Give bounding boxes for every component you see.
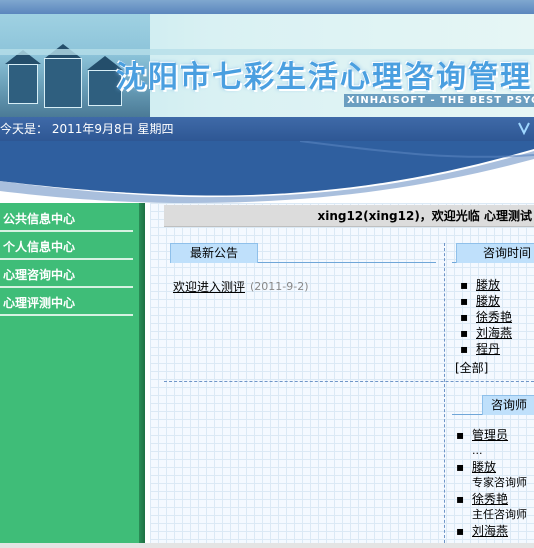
- bullet-icon: ▪: [460, 342, 469, 356]
- sidebar-item-public-info[interactable]: 公共信息中心: [0, 205, 145, 233]
- consult-time-header: 咨询时间: [452, 243, 534, 263]
- bullet-icon: ▪: [456, 524, 465, 538]
- counselors-header: 咨询师: [452, 395, 534, 415]
- bullet-icon: ▪: [456, 460, 465, 474]
- bullet-icon: ▪: [460, 294, 469, 308]
- list-item: ▪ 滕放: [460, 277, 512, 293]
- sidebar-item-label: 心理评测中心: [3, 296, 76, 310]
- consult-name-link[interactable]: 滕放: [476, 294, 500, 308]
- more-link[interactable]: [全部]: [455, 359, 488, 376]
- bullet-icon: ▪: [460, 326, 469, 340]
- bullet-icon: ▪: [456, 428, 465, 442]
- site-title: 沈阳市七彩生活心理咨询管理: [116, 60, 532, 95]
- tab-counselors[interactable]: 咨询师: [482, 395, 534, 415]
- consult-name-link[interactable]: 程丹: [476, 342, 500, 356]
- top-bar: [0, 0, 534, 14]
- welcome-message: xing12(xing12)，欢迎光临 心理测试: [164, 205, 534, 227]
- notice-date: (2011-9-2): [250, 280, 309, 293]
- list-item: ▪ 管理员: [456, 427, 527, 443]
- consult-name-link[interactable]: 徐秀艳: [476, 310, 512, 324]
- sidebar-shadow: [139, 203, 145, 543]
- sidebar-item-personal-info[interactable]: 个人信息中心: [0, 233, 145, 261]
- sidebar-item-label: 公共信息中心: [3, 212, 76, 226]
- current-date: 今天是： 2011年9月8日 星期四: [0, 122, 174, 136]
- bullet-icon: ▪: [460, 310, 469, 324]
- list-item: ▪ 刘海燕: [456, 523, 527, 539]
- decorative-wave: [0, 141, 534, 203]
- list-item: ▪ 程丹: [460, 341, 512, 357]
- bottom-strip: [0, 543, 534, 548]
- list-item: ▪ 徐秀艳: [456, 491, 527, 507]
- counselor-role: ...: [472, 444, 483, 457]
- counselor-name-link[interactable]: 徐秀艳: [472, 492, 508, 506]
- row-divider: [164, 381, 534, 382]
- counselor-name-link[interactable]: 滕放: [472, 460, 496, 474]
- site-subtitle: XINHAISOFT - THE BEST PSYCHO: [344, 94, 534, 107]
- tab-latest-notices[interactable]: 最新公告: [170, 243, 258, 263]
- bullet-icon: ▪: [460, 278, 469, 292]
- sidebar-item-label: 心理咨询中心: [3, 268, 76, 282]
- consult-name-link[interactable]: 刘海燕: [476, 326, 512, 340]
- main-content: xing12(xing12)，欢迎光临 心理测试 最新公告 欢迎进入测评 (20…: [150, 203, 534, 543]
- notice-link[interactable]: 欢迎进入测评: [173, 278, 245, 295]
- sidebar-item-assessment[interactable]: 心理评测中心: [0, 289, 145, 317]
- counselor-role: 主任咨询师: [472, 508, 527, 521]
- list-item: ▪ 滕放: [460, 293, 512, 309]
- sidebar-item-label: 个人信息中心: [3, 240, 76, 254]
- counselor-name-link[interactable]: 管理员: [472, 428, 508, 442]
- bullet-icon: ▪: [456, 492, 465, 506]
- consult-time-list: ▪ 滕放 ▪ 滕放 ▪ 徐秀艳 ▪ 刘海燕 ▪ 程丹: [460, 277, 512, 357]
- tab-consult-time[interactable]: 咨询时间: [456, 243, 534, 263]
- left-sidebar: 公共信息中心 个人信息中心 心理咨询中心 心理评测中心: [0, 203, 145, 543]
- counselor-role: 专家咨询师: [472, 476, 527, 489]
- list-item: ▪ 滕放: [456, 459, 527, 475]
- list-item: ▪ 徐秀艳: [460, 309, 512, 325]
- corner-logo-icon: [518, 122, 530, 135]
- column-divider: [444, 243, 445, 543]
- header-banner: 沈阳市七彩生活心理咨询管理 XINHAISOFT - THE BEST PSYC…: [0, 14, 534, 117]
- consult-name-link[interactable]: 滕放: [476, 278, 500, 292]
- list-item: ▪ 刘海燕: [460, 325, 512, 341]
- sidebar-item-counseling[interactable]: 心理咨询中心: [0, 261, 145, 289]
- date-bar: 今天是： 2011年9月8日 星期四: [0, 117, 534, 141]
- notices-header: 最新公告: [170, 243, 436, 263]
- counselor-name-link[interactable]: 刘海燕: [472, 524, 508, 538]
- counselors-list: ▪ 管理员 ... ▪ 滕放 专家咨询师 ▪ 徐秀艳 主任咨询师 ▪ 刘海燕: [456, 427, 527, 539]
- wave-graphic: [0, 141, 534, 203]
